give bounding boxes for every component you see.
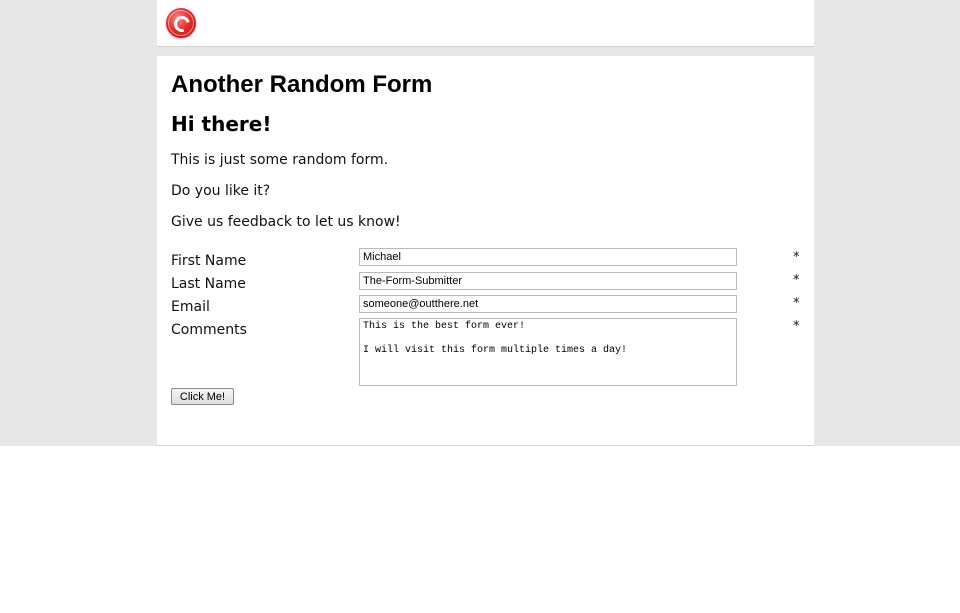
email-required-mark: * bbox=[793, 296, 800, 311]
last-name-required-mark: * bbox=[793, 273, 800, 288]
comments-required-mark: * bbox=[793, 319, 800, 334]
email-input[interactable] bbox=[359, 295, 737, 313]
comments-textarea[interactable]: This is the best form ever! I will visit… bbox=[359, 318, 737, 386]
header-bar bbox=[157, 0, 814, 47]
first-name-label: First Name bbox=[171, 253, 247, 269]
last-name-label: Last Name bbox=[171, 276, 246, 292]
page-title: Another Random Form bbox=[171, 71, 433, 98]
last-name-input[interactable] bbox=[359, 272, 737, 290]
first-name-input[interactable] bbox=[359, 248, 737, 266]
logo-icon[interactable] bbox=[166, 8, 196, 38]
intro-paragraph-2: Do you like it? bbox=[171, 183, 271, 199]
submit-button[interactable]: Click Me! bbox=[171, 388, 234, 405]
email-label: Email bbox=[171, 299, 210, 315]
form-card: Another Random Form Hi there! This is ju… bbox=[157, 56, 814, 446]
intro-paragraph-1: This is just some random form. bbox=[171, 152, 389, 168]
first-name-required-mark: * bbox=[793, 250, 800, 265]
intro-paragraph-3: Give us feedback to let us know! bbox=[171, 214, 401, 230]
greeting-heading: Hi there! bbox=[171, 112, 272, 136]
comments-label: Comments bbox=[171, 322, 247, 338]
